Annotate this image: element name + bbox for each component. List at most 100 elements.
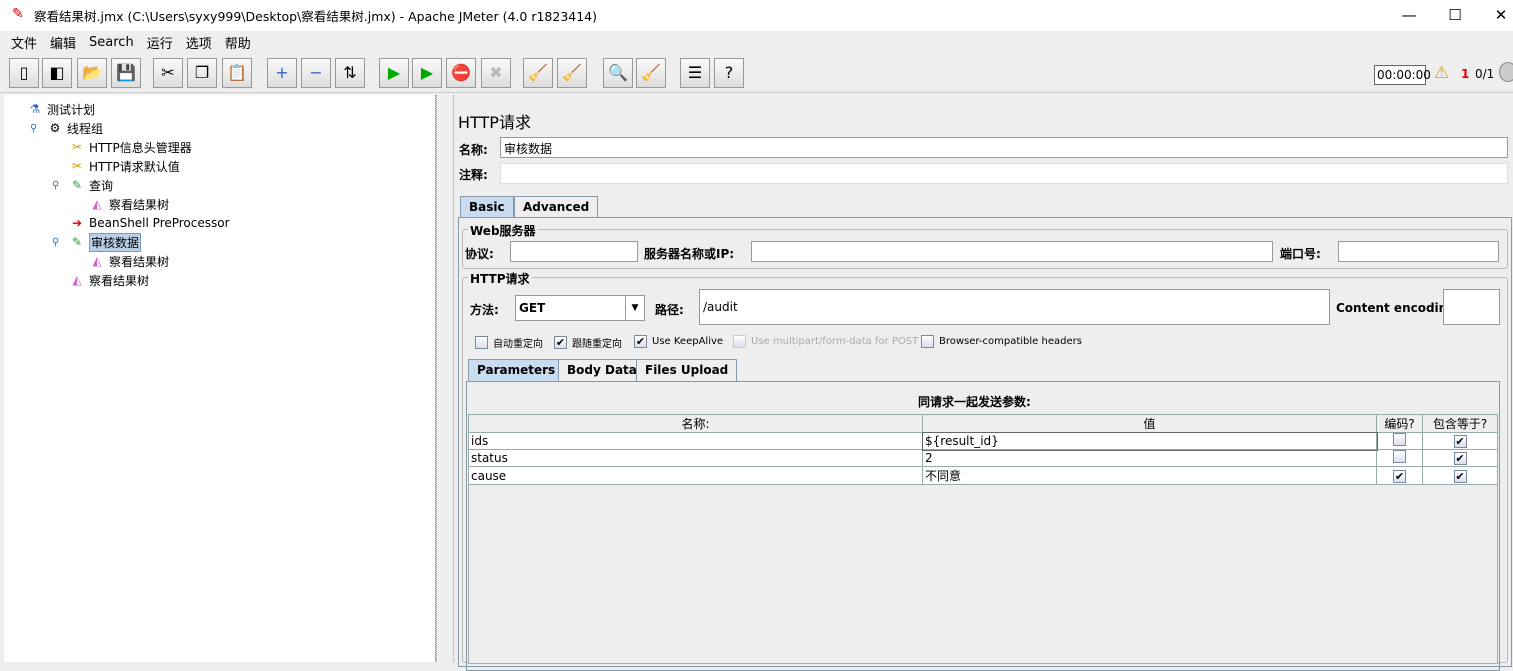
param-name[interactable]: ids	[468, 432, 923, 450]
param-value[interactable]: 2	[922, 449, 1377, 467]
tree-node[interactable]: ➔ BeanShell PreProcessor	[68, 214, 230, 232]
start-icon[interactable]: ▶	[379, 58, 409, 88]
checkbox-box[interactable]	[475, 336, 488, 349]
checkbox-option[interactable]: 自动重定向	[475, 335, 543, 350]
menu-1[interactable]: 编辑	[50, 33, 76, 52]
table-row[interactable]: cause 不同意 ✔ ✔	[468, 466, 1498, 485]
checkbox-option[interactable]: ✔ Use KeepAlive	[634, 335, 723, 348]
cut-icon[interactable]: ✂	[153, 58, 183, 88]
encoding-label: Content encoding:	[1336, 301, 1461, 315]
tree-node[interactable]: ✂ HTTP信息头管理器	[68, 138, 192, 156]
menu-2[interactable]: Search	[89, 35, 134, 50]
remote-status-icon	[1499, 62, 1513, 82]
menu-5[interactable]: 帮助	[225, 33, 251, 52]
checkbox[interactable]: ✔	[1453, 469, 1467, 483]
menu-3[interactable]: 运行	[147, 33, 173, 52]
col-name[interactable]: 名称:	[468, 414, 923, 433]
col-include-equals[interactable]: 包含等于?	[1422, 414, 1498, 433]
preprocessor-icon: ➔	[71, 216, 83, 230]
name-input[interactable]: 审核数据	[500, 137, 1508, 158]
comment-input[interactable]	[500, 163, 1508, 184]
tree-toggle-icon[interactable]: ⚲	[52, 180, 59, 191]
menu-0[interactable]: 文件	[11, 33, 37, 52]
param-encode-cell[interactable]	[1376, 432, 1423, 450]
tab-files-upload[interactable]: Files Upload	[636, 359, 738, 381]
clear-all-icon[interactable]: 🧹	[557, 58, 587, 88]
tab-parameters[interactable]: Parameters	[468, 359, 565, 381]
new-icon[interactable]: ▯	[9, 58, 39, 88]
tab-advanced[interactable]: Advanced	[514, 196, 599, 218]
checkbox-option[interactable]: ✔ 跟随重定向	[554, 335, 622, 350]
tree-node[interactable]: ◭ 察看结果树	[68, 271, 149, 289]
function-helper-icon[interactable]: ☰	[680, 58, 710, 88]
path-input[interactable]: /audit	[699, 289, 1330, 325]
collapse-icon[interactable]: −	[301, 58, 331, 88]
col-value[interactable]: 值	[922, 414, 1377, 433]
checkbox-option[interactable]: Use multipart/form-data for POST	[733, 335, 918, 348]
checkbox[interactable]: ✔	[1393, 469, 1406, 483]
listener-icon: ◭	[92, 254, 102, 268]
param-equals-cell[interactable]: ✔	[1422, 432, 1498, 450]
tab-body-data[interactable]: Body Data	[558, 359, 646, 381]
checkbox-box[interactable]: ✔	[634, 335, 647, 348]
stop-icon[interactable]: ⛔	[446, 58, 476, 88]
tree-node[interactable]: ◭ 察看结果树	[88, 252, 169, 270]
comment-label: 注释:	[459, 168, 488, 182]
tree-node[interactable]: ✎ 审核数据	[68, 232, 142, 252]
templates-icon[interactable]: ◧	[42, 58, 72, 88]
param-value[interactable]: ${result_id}	[921, 431, 1378, 451]
param-encode-cell[interactable]	[1376, 449, 1423, 467]
paste-icon[interactable]: 📋	[222, 58, 252, 88]
toggle-icon[interactable]: ⇅	[335, 58, 365, 88]
checkbox[interactable]: ✔	[1453, 452, 1467, 465]
tab-basic[interactable]: Basic	[460, 196, 514, 218]
tree-node[interactable]: ◭ 察看结果树	[88, 195, 169, 213]
maximize-button[interactable]: ☐	[1432, 4, 1478, 26]
expand-icon[interactable]: +	[267, 58, 297, 88]
protocol-input[interactable]	[510, 241, 638, 262]
param-equals-cell[interactable]: ✔	[1422, 466, 1498, 485]
table-row[interactable]: status 2 ✔	[468, 449, 1498, 467]
checkbox-box[interactable]: ✔	[554, 336, 567, 349]
tree-node[interactable]: ✂ HTTP请求默认值	[68, 157, 180, 175]
tree-node[interactable]: ✎ 查询	[68, 176, 113, 194]
save-icon[interactable]: 💾	[111, 58, 141, 88]
checkbox-label: Use multipart/form-data for POST	[751, 336, 919, 347]
checkbox[interactable]	[1393, 433, 1406, 446]
checkbox[interactable]: ✔	[1453, 435, 1467, 448]
checkbox-option[interactable]: Browser-compatible headers	[921, 335, 1082, 348]
checkbox-box[interactable]	[921, 335, 934, 348]
port-label: 端口号:	[1280, 247, 1321, 261]
reset-search-icon[interactable]: 🧹	[636, 58, 666, 88]
clear-icon[interactable]: 🧹	[523, 58, 553, 88]
minimize-button[interactable]: —	[1386, 4, 1432, 26]
split-pane-divider[interactable]	[436, 95, 454, 662]
param-value[interactable]: 不同意	[922, 466, 1377, 485]
menu-4[interactable]: 选项	[186, 33, 212, 52]
server-input[interactable]	[751, 241, 1273, 262]
search-icon[interactable]: 🔍	[603, 58, 633, 88]
param-name[interactable]: cause	[468, 466, 923, 485]
tree-node[interactable]: ⚗ 测试计划	[26, 100, 95, 118]
open-icon[interactable]: 📂	[77, 58, 107, 88]
tree-toggle-icon[interactable]: ⚲	[52, 237, 59, 248]
copy-icon[interactable]: ❐	[187, 58, 217, 88]
close-button[interactable]: ✕	[1478, 4, 1513, 26]
table-row[interactable]: ids ${result_id} ✔	[468, 431, 1498, 451]
encoding-input[interactable]	[1443, 289, 1500, 325]
port-input[interactable]	[1338, 241, 1499, 262]
help-icon[interactable]: ?	[714, 58, 744, 88]
param-encode-cell[interactable]: ✔	[1376, 466, 1423, 485]
param-equals-cell[interactable]: ✔	[1422, 449, 1498, 467]
col-encode[interactable]: 编码?	[1376, 414, 1423, 433]
start-no-pause-icon[interactable]: ▶	[412, 58, 442, 88]
chevron-down-icon[interactable]: ▼	[625, 296, 644, 320]
tree-toggle-icon[interactable]: ⚲	[30, 123, 37, 134]
shutdown-icon[interactable]: ✖	[481, 58, 511, 88]
checkbox[interactable]	[1393, 450, 1406, 463]
param-name[interactable]: status	[468, 449, 923, 467]
tree-node[interactable]: ⚙ 线程组	[46, 119, 103, 137]
warning-icon[interactable]: ⚠	[1434, 63, 1449, 83]
params-table: 名称: 值 编码? 包含等于? ids ${result_id} ✔ status 2 ✔…	[468, 414, 1498, 485]
checkbox-box[interactable]	[733, 335, 746, 348]
